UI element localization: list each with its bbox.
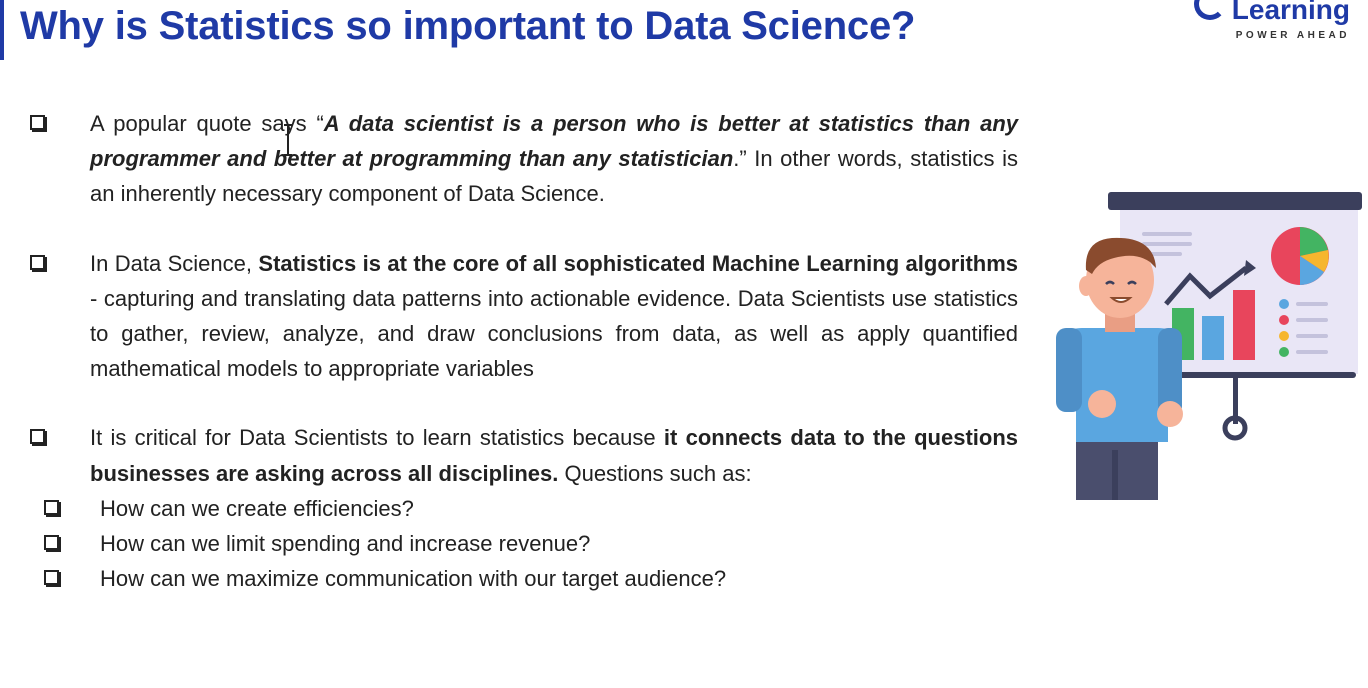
bullet-text: It is critical for Data Scientists to le… [90, 425, 1019, 486]
text-cursor-icon [284, 124, 292, 156]
checkbox-bullet-icon [30, 115, 45, 130]
list-item: How can we maximize communication with o… [30, 561, 1018, 596]
logo-mark-icon [1193, 0, 1226, 20]
board-top-bar [1108, 192, 1362, 210]
bullet-core: In Data Science, Statistics is at the co… [30, 246, 1018, 387]
presenter-illustration [1056, 192, 1362, 500]
brand-logo: Learning POWER AHEAD [1193, 0, 1350, 41]
title-accent-bar [0, 0, 4, 60]
checkbox-bullet-icon [44, 499, 59, 515]
checkbox-bullet-icon [30, 429, 45, 445]
list-item: How can we create efficiencies? [30, 491, 1018, 526]
logo-tagline: POWER AHEAD [1235, 30, 1350, 41]
checkbox-bullet-icon [30, 254, 45, 270]
slide-body: A popular quote says “A data scientist i… [30, 106, 1018, 596]
page-title: Why is Statistics so important to Data S… [20, 4, 916, 48]
checkbox-bullet-icon [44, 535, 59, 551]
logo-word: Learning [1231, 0, 1350, 25]
bullet-text: In Data Science, Statistics is at the co… [90, 250, 1019, 382]
bullet-text: A popular quote says “A data scientist i… [90, 111, 1019, 207]
bullet-quote: A popular quote says “A data scientist i… [30, 106, 1018, 212]
checkbox-bullet-icon [44, 570, 59, 586]
list-item: How can we limit spending and increase r… [30, 526, 1018, 561]
question-list: How can we create efficiencies? How can … [30, 491, 1018, 597]
bold-phrase: Statistics is at the core of all sophist… [258, 250, 1019, 276]
bullet-critical: It is critical for Data Scientists to le… [30, 420, 1018, 490]
